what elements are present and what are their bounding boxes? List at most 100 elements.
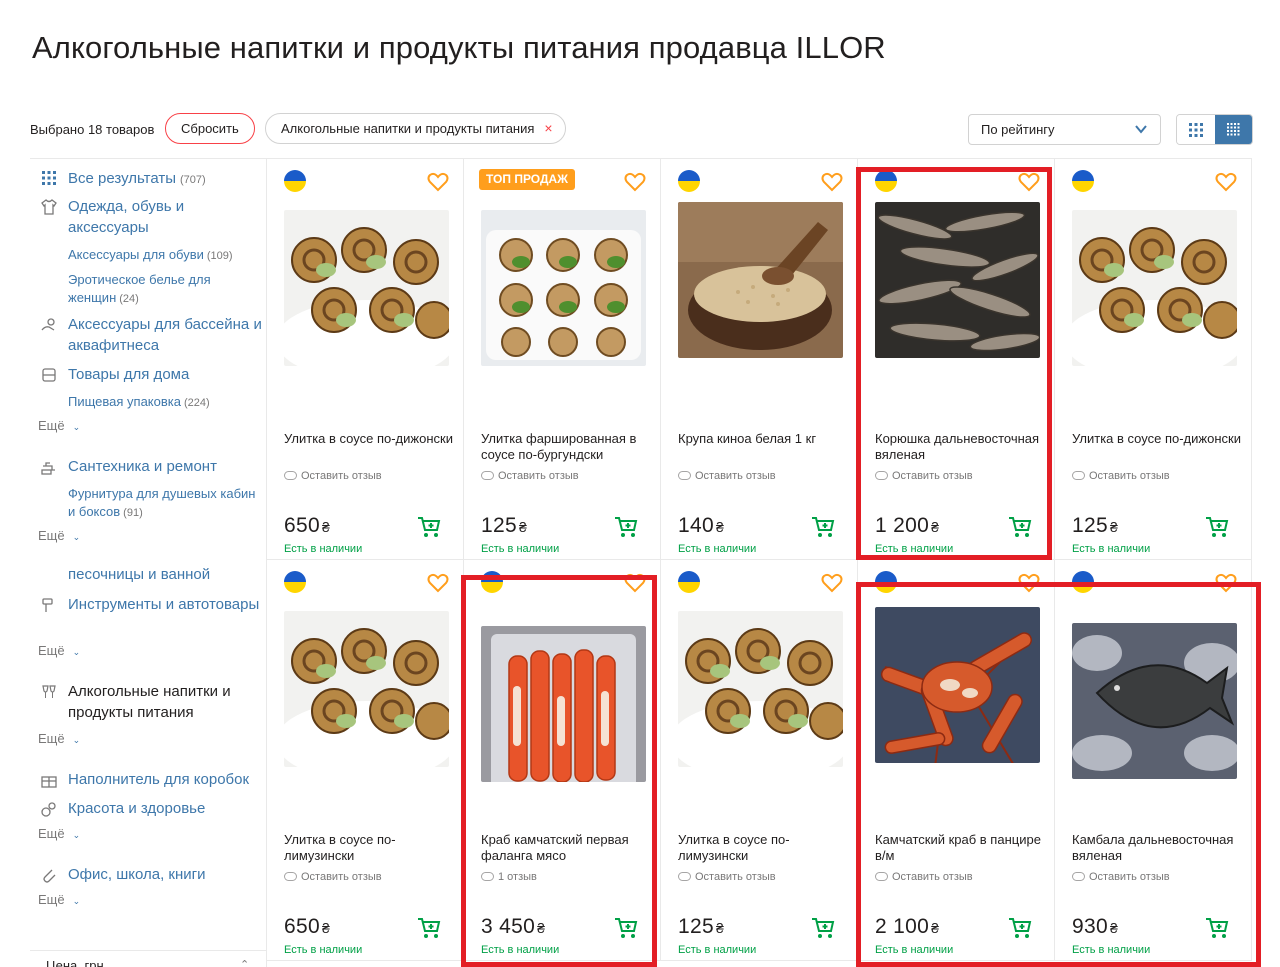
review-link[interactable]: Оставить отзыв: [678, 871, 776, 883]
product-image[interactable]: [481, 626, 646, 782]
heart-icon[interactable]: [1215, 573, 1237, 593]
heart-icon[interactable]: [1018, 573, 1040, 593]
product-card[interactable]: ТОП ПРОДАЖ Улитка фаршированная в соусе …: [464, 159, 661, 560]
price-filter-label[interactable]: Цена, грн: [46, 958, 104, 967]
product-title[interactable]: Улитка в соусе по-лимузински: [678, 832, 848, 864]
product-title[interactable]: Камчатский краб в панцире в/м: [875, 832, 1045, 864]
subcategory-partial[interactable]: песочницы и ванной: [68, 566, 258, 584]
product-card[interactable]: Краб камчатский первая фаланга мясо 1 от…: [464, 560, 661, 961]
product-image[interactable]: [1072, 623, 1237, 779]
stock-status: Есть в наличии: [481, 944, 560, 956]
heart-icon[interactable]: [1018, 172, 1040, 192]
sort-select[interactable]: По рейтингу: [968, 114, 1161, 145]
category-all-results[interactable]: Все результаты (707): [30, 168, 266, 190]
subcategory-shoe-accessories[interactable]: Аксессуары для обуви (109): [68, 246, 258, 265]
review-link[interactable]: Оставить отзыв: [678, 470, 776, 482]
active-filter-chip[interactable]: Алкогольные напитки и продукты питания ×: [265, 113, 566, 144]
product-image[interactable]: [678, 202, 843, 358]
add-to-cart-icon[interactable]: [1205, 917, 1229, 939]
subcategory-shower-fittings[interactable]: Фурнитура для душевых кабин и боксов (91): [68, 485, 258, 522]
product-grid: Улитка в соусе по-дижонски Оставить отзы…: [266, 158, 1252, 967]
category-clothing[interactable]: Одежда, обувь и аксессуары: [30, 196, 266, 240]
review-link[interactable]: Оставить отзыв: [284, 871, 382, 883]
product-card[interactable]: Улитка в соусе по-лимузински Оставить от…: [661, 560, 858, 961]
product-image[interactable]: [875, 607, 1040, 763]
product-title[interactable]: Улитка в соусе по-дижонски: [284, 431, 454, 447]
add-to-cart-icon[interactable]: [811, 917, 835, 939]
heart-icon[interactable]: [427, 172, 449, 192]
product-price: 140 ₴: [678, 514, 724, 538]
category-tools-auto[interactable]: Инструменты и автотовары: [30, 594, 266, 638]
heart-icon[interactable]: [624, 172, 646, 192]
subcategory-lingerie[interactable]: Эротическое белье для женщин (24): [68, 271, 258, 308]
product-image[interactable]: [875, 202, 1040, 358]
subcategory-food-packaging[interactable]: Пищевая упаковка (224): [68, 393, 258, 412]
product-title[interactable]: Камбала дальневосточная вяленая: [1072, 832, 1242, 864]
add-to-cart-icon[interactable]: [417, 516, 441, 538]
category-office-books[interactable]: Офис, школа, книги: [30, 864, 266, 886]
product-card[interactable]: Улитка в соусе по-дижонски Оставить отзы…: [1055, 159, 1252, 560]
add-to-cart-icon[interactable]: [1008, 516, 1032, 538]
product-title[interactable]: Улитка в соусе по-дижонски: [1072, 431, 1242, 447]
product-title[interactable]: Крупа киноа белая 1 кг: [678, 431, 848, 447]
grid-large-icon: [1189, 122, 1203, 137]
review-link[interactable]: Оставить отзыв: [1072, 871, 1170, 883]
show-more-link[interactable]: Ещё ⌄: [38, 528, 80, 543]
show-more-link[interactable]: Ещё ⌄: [38, 826, 80, 841]
add-to-cart-icon[interactable]: [811, 516, 835, 538]
comment-icon: [875, 471, 888, 480]
category-plumbing[interactable]: Сантехника и ремонт: [30, 456, 266, 478]
product-image[interactable]: [481, 210, 646, 366]
review-link[interactable]: Оставить отзыв: [875, 871, 973, 883]
chevron-up-icon[interactable]: ⌃: [240, 958, 249, 967]
add-to-cart-icon[interactable]: [1008, 917, 1032, 939]
heart-icon[interactable]: [821, 172, 843, 192]
add-to-cart-icon[interactable]: [614, 917, 638, 939]
product-card[interactable]: Улитка в соусе по-лимузински Оставить от…: [267, 560, 464, 961]
category-beauty-health[interactable]: Красота и здоровье: [30, 798, 266, 820]
heart-icon[interactable]: [1215, 172, 1237, 192]
product-title[interactable]: Улитка в соусе по-лимузински: [284, 832, 454, 864]
product-card[interactable]: Крупа киноа белая 1 кг Оставить отзыв 14…: [661, 159, 858, 560]
price-value: 1 200: [875, 514, 930, 537]
heart-icon[interactable]: [427, 573, 449, 593]
category-home-goods[interactable]: Товары для дома: [30, 364, 266, 386]
grid-small-view-button[interactable]: [1215, 115, 1252, 144]
product-image[interactable]: [284, 611, 449, 767]
product-title[interactable]: Улитка фаршированная в соусе по-бургундс…: [481, 431, 651, 463]
grid-large-view-button[interactable]: [1177, 115, 1215, 144]
product-image[interactable]: [284, 210, 449, 366]
product-title[interactable]: Краб камчатский первая фаланга мясо: [481, 832, 651, 864]
heart-icon[interactable]: [624, 573, 646, 593]
add-to-cart-icon[interactable]: [614, 516, 638, 538]
close-icon[interactable]: ×: [544, 120, 552, 136]
product-image[interactable]: [678, 611, 843, 767]
reset-filters-button[interactable]: Сбросить: [165, 113, 255, 144]
category-food-drinks[interactable]: Алкогольные напитки и продукты питания: [30, 681, 266, 725]
product-card[interactable]: Улитка в соусе по-дижонски Оставить отзы…: [267, 159, 464, 560]
review-link[interactable]: Оставить отзыв: [284, 470, 382, 482]
product-card[interactable]: Камбала дальневосточная вяленая Оставить…: [1055, 560, 1252, 961]
category-box-fillers[interactable]: Наполнитель для коробок: [30, 769, 266, 791]
price-value: 650: [284, 514, 320, 537]
show-more-link[interactable]: Ещё ⌄: [38, 731, 80, 746]
show-more-link[interactable]: Ещё ⌄: [38, 418, 80, 433]
currency-symbol: ₴: [537, 920, 546, 936]
review-link[interactable]: Оставить отзыв: [481, 470, 579, 482]
review-link[interactable]: Оставить отзыв: [875, 470, 973, 482]
category-pool-accessories[interactable]: Аксессуары для бассейна и аквафитнеса: [30, 314, 266, 358]
add-to-cart-icon[interactable]: [417, 917, 441, 939]
add-to-cart-icon[interactable]: [1205, 516, 1229, 538]
product-card[interactable]: Камчатский краб в панцире в/м Оставить о…: [858, 560, 1055, 961]
review-link[interactable]: 1 отзыв: [481, 871, 537, 883]
review-link[interactable]: Оставить отзыв: [1072, 470, 1170, 482]
product-price: 125 ₴: [1072, 514, 1118, 538]
show-more-link[interactable]: Ещё ⌄: [38, 643, 80, 658]
comment-icon: [284, 872, 297, 881]
heart-icon[interactable]: [821, 573, 843, 593]
show-more-link[interactable]: Ещё ⌄: [38, 892, 80, 907]
product-title[interactable]: Корюшка дальневосточная вяленая: [875, 431, 1045, 463]
product-image[interactable]: [1072, 210, 1237, 366]
chevron-down-icon: ⌄: [72, 896, 81, 906]
product-card[interactable]: Корюшка дальневосточная вяленая Оставить…: [858, 159, 1055, 560]
